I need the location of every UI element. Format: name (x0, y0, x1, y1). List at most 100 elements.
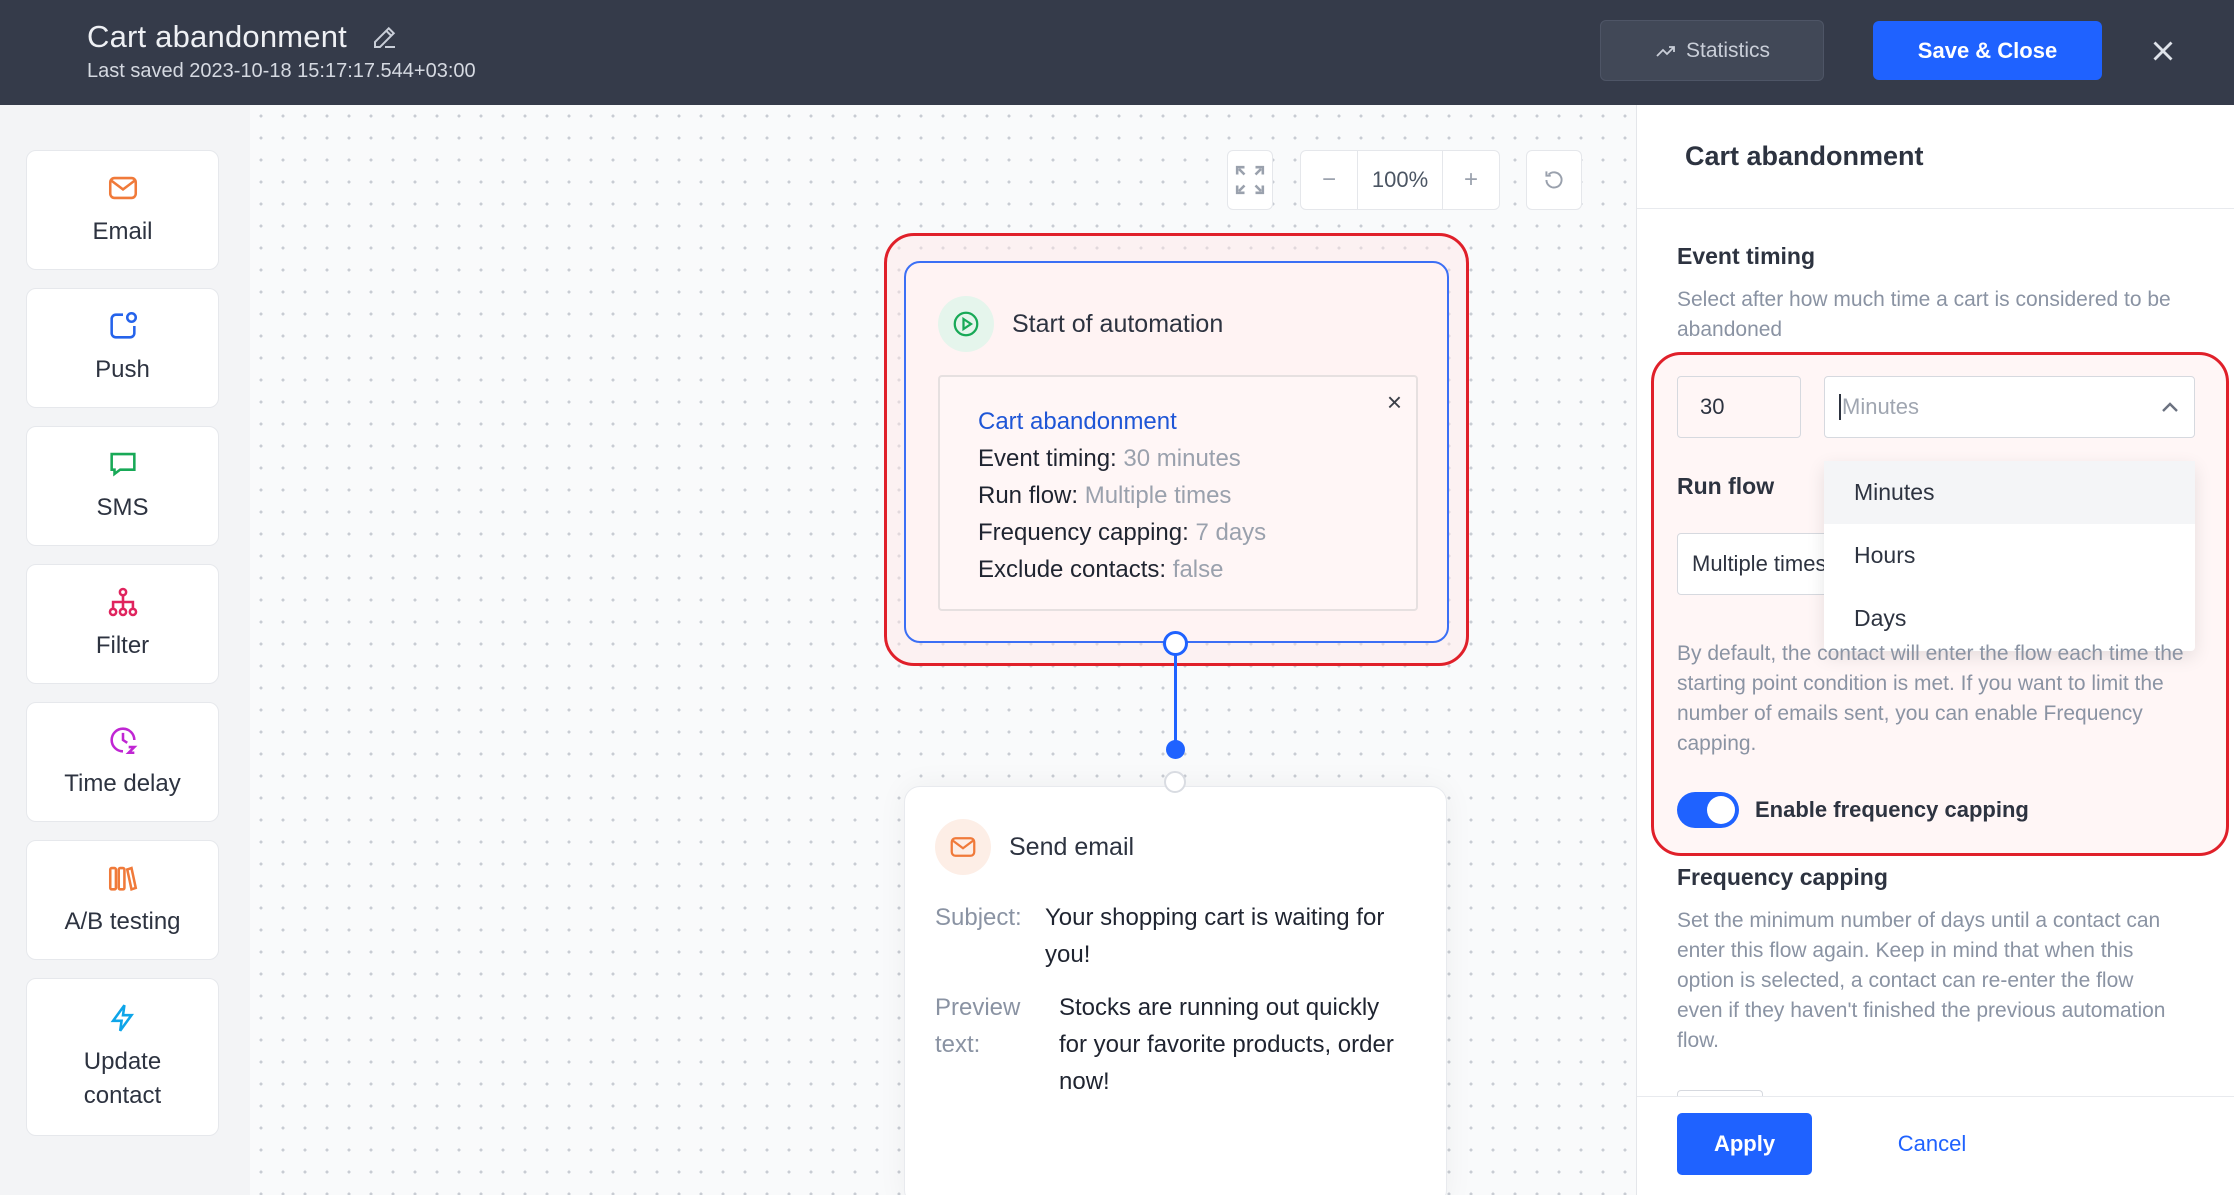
text-cursor (1839, 394, 1841, 420)
trigger-line: Frequency capping: 7 days (978, 514, 1266, 551)
zoom-level: 100% (1357, 151, 1443, 209)
unit-placeholder: Minutes (1842, 394, 1920, 419)
top-bar: Cart abandonment Last saved 2023-10-18 1… (0, 0, 2234, 105)
trigger-name: Cart abandonment (978, 408, 1177, 435)
run-flow-heading: Run flow (1677, 473, 1775, 499)
start-node-title: Start of automation (1012, 309, 1224, 338)
frequency-capping-desc-3: option is selected, a contact can re-ent… (1677, 969, 2134, 992)
trigger-key: Frequency capping: (978, 519, 1189, 546)
fit-view-control[interactable] (1227, 150, 1273, 210)
zoom-control: − 100% + (1300, 150, 1500, 210)
palette-label: Filter (95, 632, 150, 659)
remove-trigger-icon[interactable]: × (1387, 387, 1402, 418)
trigger-value: Multiple times (1084, 482, 1232, 509)
statistics-button[interactable]: Statistics (1600, 20, 1824, 81)
trigger-summary[interactable]: × Cart abandonment Event timing: 30 minu… (938, 375, 1418, 611)
trigger-line: Exclude contacts: false (978, 551, 1266, 588)
fit-screen-icon (1235, 165, 1265, 195)
palette-item-time-delay[interactable]: Time delay (26, 702, 219, 822)
palette-item-email[interactable]: Email (26, 150, 219, 270)
zoom-in-button[interactable]: + (1443, 151, 1499, 209)
preview-line-3: now! (1059, 1068, 1110, 1095)
reset-view-control[interactable] (1526, 150, 1582, 210)
automation-title: Cart abandonment (87, 19, 347, 54)
preview-label-2: text: (935, 1031, 981, 1058)
close-icon[interactable] (2146, 34, 2180, 68)
event-timing-heading: Event timing (1677, 243, 1816, 269)
frequency-capping-heading: Frequency capping (1677, 864, 1888, 890)
palette-label: Email (92, 218, 153, 245)
trigger-line: Event timing: 30 minutes (978, 440, 1266, 477)
palette-label: Update contact (83, 1048, 162, 1109)
event-timing-amount-input[interactable]: 30 (1677, 376, 1801, 438)
trigger-details: Cart abandonment Event timing: 30 minute… (978, 403, 1266, 588)
settings-panel: Cart abandonment Event timing Select aft… (1636, 105, 2234, 1195)
zoom-out-button[interactable]: − (1301, 151, 1357, 209)
frequency-capping-desc-5: flow. (1677, 1029, 1720, 1052)
trigger-key: Event timing: (978, 445, 1117, 472)
palette-item-sms[interactable]: SMS (26, 426, 219, 546)
dropdown-option-minutes[interactable]: Minutes (1824, 461, 2195, 524)
start-automation-node[interactable]: Start of automation × Cart abandonment E… (904, 261, 1449, 643)
preview-line-1: Stocks are running out quickly (1059, 994, 1380, 1021)
frequency-capping-desc-1: Set the minimum number of days until a c… (1677, 909, 2161, 932)
unit-dropdown-menu: Minutes Hours Days (1824, 461, 2195, 651)
palette-item-push[interactable]: Push (26, 288, 219, 408)
event-timing-desc-2: abandoned (1677, 318, 1783, 341)
step-palette: Email Push SMS Filter Time delay A/B tes… (0, 105, 250, 1195)
chat-bubble-icon (109, 452, 136, 477)
flow-connector (1174, 651, 1177, 751)
connector-handle-out[interactable] (1163, 631, 1188, 656)
bolt-icon (110, 1004, 134, 1032)
trigger-line: Run flow: Multiple times (978, 477, 1266, 514)
trigger-key: Run flow: (978, 482, 1079, 509)
palette-item-filter[interactable]: Filter (26, 564, 219, 684)
frequency-capping-toggle[interactable] (1677, 792, 1739, 828)
run-flow-desc-3: number of emails sent, you can enable Fr… (1677, 702, 2143, 725)
email-node-input-handle[interactable] (1164, 771, 1186, 793)
trigger-value: 30 minutes (1123, 445, 1241, 472)
frequency-capping-toggle-label: Enable frequency capping (1755, 797, 2029, 822)
connector-handle-in[interactable] (1166, 740, 1185, 759)
trigger-key: Exclude contacts: (978, 556, 1167, 583)
chevron-up-icon (2162, 402, 2178, 412)
subject-label: Subject: (935, 904, 1022, 931)
mail-icon (935, 819, 991, 875)
palette-label: SMS (96, 494, 149, 521)
play-icon (938, 296, 994, 352)
palette-label: Push (95, 356, 150, 383)
statistics-label: Statistics (1685, 38, 1771, 62)
last-saved-text: Last saved 2023-10-18 15:17:17.544+03:00 (87, 60, 476, 82)
run-flow-desc-2: starting point condition is met. If you … (1677, 672, 2164, 695)
trigger-value: 7 days (1195, 519, 1267, 546)
palette-label: A/B testing (64, 908, 181, 935)
save-close-button[interactable]: Save & Close (1873, 21, 2102, 80)
reset-icon (1545, 171, 1563, 189)
subject-line-1: Your shopping cart is waiting for (1045, 904, 1385, 931)
mail-icon (108, 176, 137, 200)
panel-footer: Apply Cancel (1637, 1096, 2234, 1195)
event-timing-unit-select[interactable]: Minutes (1824, 376, 2195, 438)
palette-label: Time delay (64, 770, 181, 797)
trend-up-icon (1656, 45, 1675, 57)
event-timing-desc-1: Select after how much time a cart is con… (1677, 288, 2171, 311)
tree-filter-icon (108, 587, 137, 617)
cancel-button[interactable]: Cancel (1862, 1113, 2002, 1175)
push-icon (109, 311, 137, 339)
toggle-knob (1707, 796, 1735, 824)
send-email-node[interactable]: Send email Subject: Your shopping cart i… (904, 786, 1447, 1195)
trigger-value: false (1172, 556, 1224, 583)
palette-item-update-contact[interactable]: Update contact (26, 978, 219, 1136)
frequency-capping-desc-4: even if they haven't finished the previo… (1677, 999, 2166, 1022)
panel-title: Cart abandonment (1685, 141, 1924, 171)
dropdown-option-hours[interactable]: Hours (1824, 524, 2195, 587)
frequency-capping-desc-2: enter this flow again. Keep in mind that… (1677, 939, 2134, 962)
email-node-header: Send email (935, 819, 1134, 875)
subject-line-2: you! (1045, 941, 1091, 968)
palette-item-ab-testing[interactable]: A/B testing (26, 840, 219, 960)
preview-label-1: Preview (935, 994, 1021, 1021)
panel-divider (1637, 208, 2234, 209)
apply-button[interactable]: Apply (1677, 1113, 1812, 1175)
edit-pencil-icon[interactable] (370, 22, 400, 52)
run-flow-desc-1: By default, the contact will enter the f… (1677, 642, 2184, 665)
